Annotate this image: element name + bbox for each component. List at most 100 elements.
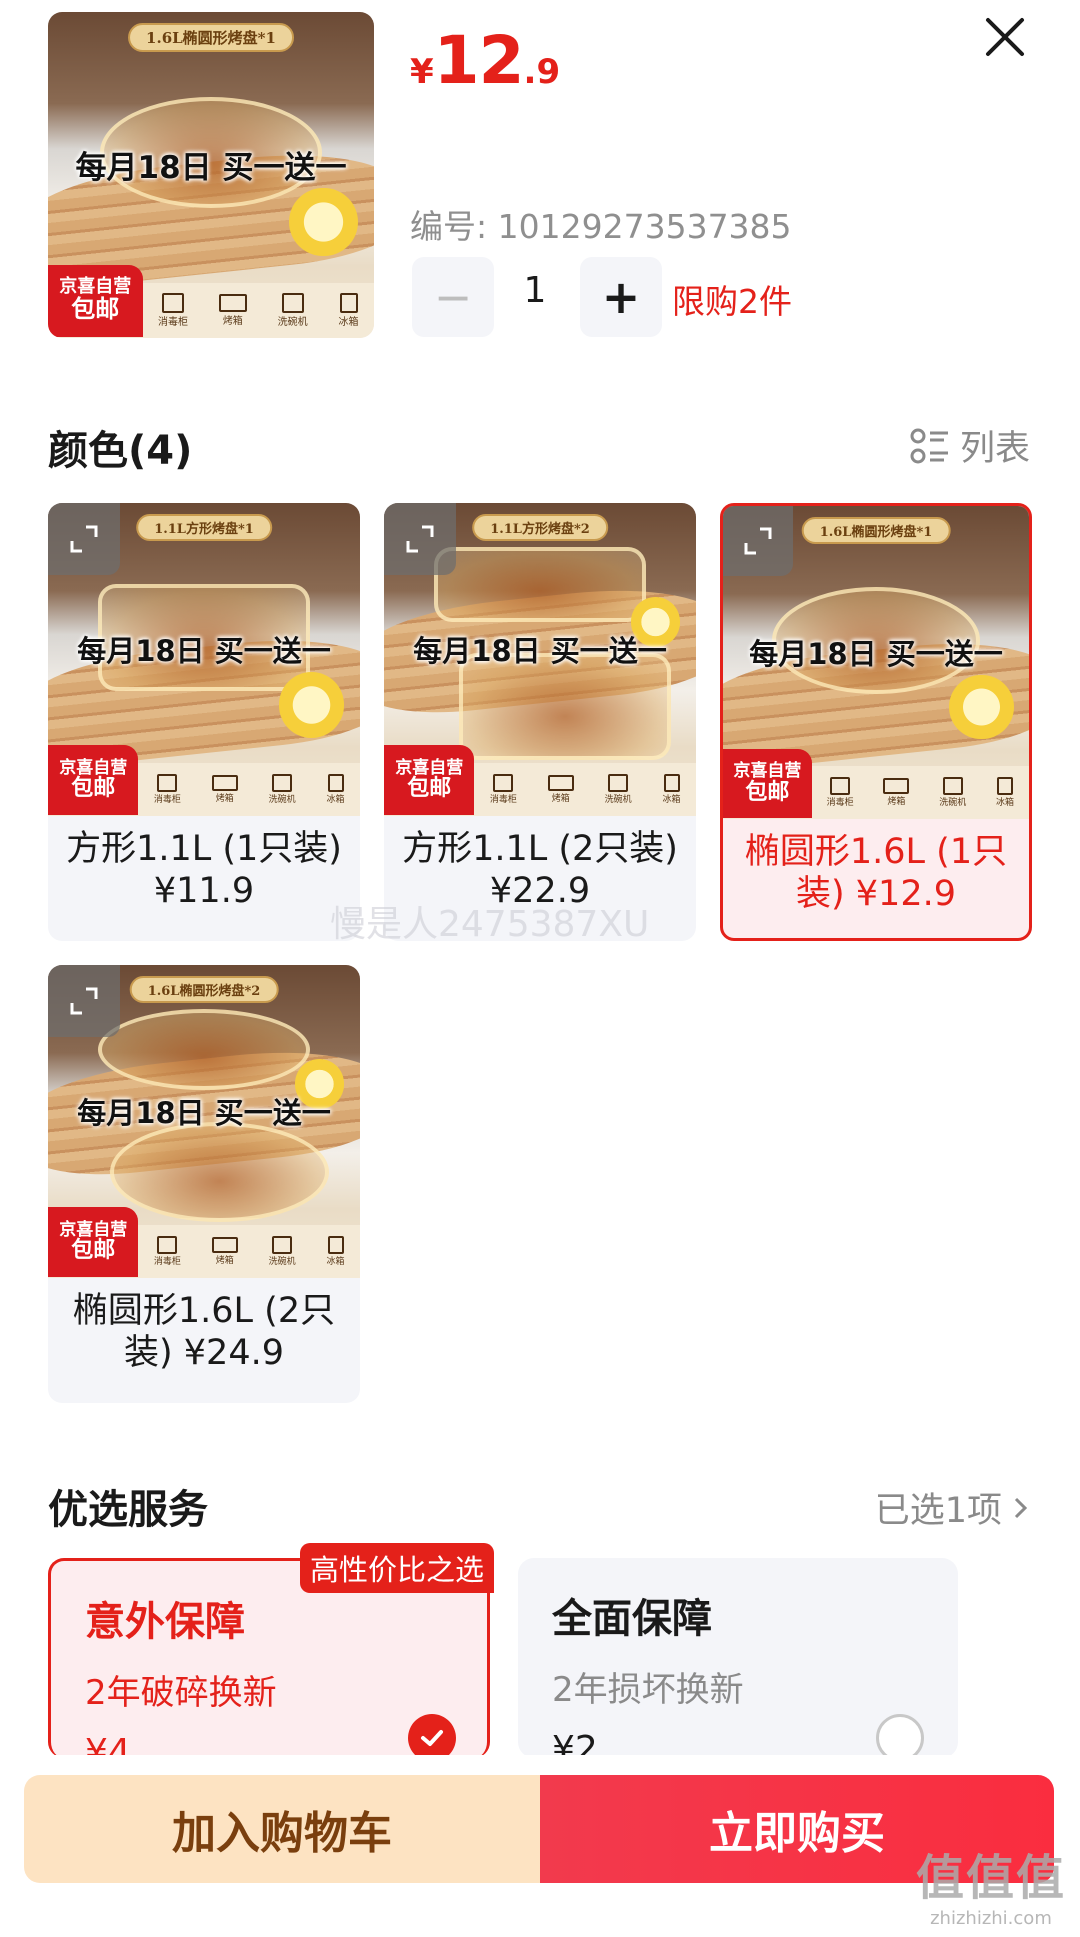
appliance-icons: 消毒柜 烤箱 洗碗机 冰箱 [138,773,360,805]
oven-icon [211,774,238,791]
jd-badge-line2: 包邮 [745,779,790,805]
appliance-icons: 消毒柜 烤箱 洗碗机 冰箱 [812,776,1029,808]
jd-badge-line2: 包邮 [71,1238,116,1264]
product-photo-dish-second [110,1121,329,1222]
oven-icon [547,774,574,791]
expand-image-button[interactable] [48,503,120,575]
variant-image: 1.1L方形烤盘*1 每月18日 买一送一 京喜自营 包邮 消毒柜 烤箱 洗碗机 … [48,503,360,816]
appliance-label: 洗碗机 [277,316,308,328]
appliance-label: 消毒柜 [489,794,517,805]
appliance-label: 冰箱 [326,1256,345,1267]
services-section-title: 优选服务 [48,1487,208,1533]
product-photo-dish [433,546,647,622]
add-to-cart-button[interactable]: 加入购物车 [24,1775,540,1883]
user-watermark: 慢是人2475387XU [330,904,650,945]
appliance-icons: 消毒柜 烤箱 洗碗机 冰箱 [143,292,374,328]
jd-badge: 京喜自营 包邮 [48,745,139,815]
close-button[interactable] [980,12,1030,62]
list-view-icon [910,428,948,463]
promo-banner: 每月18日 买一送一 [749,637,1003,672]
appliance-label: 冰箱 [662,794,681,805]
fridge-icon [339,292,358,313]
appliance-sterilizer: 消毒柜 [154,1235,181,1267]
variant-label: 椭圆形1.6L (1只装) ¥12.9 [744,832,1008,914]
site-watermark-url: zhizhizhi.com [930,1908,1052,1929]
appliance-fridge: 冰箱 [326,1235,345,1267]
sterilizer-icon [157,773,178,792]
variant-tag: 1.6L椭圆形烤盘*2 [129,975,279,1003]
jd-badge-line1: 京喜自营 [395,757,464,778]
appliance-oven: 烤箱 [211,1236,238,1266]
expand-icon [70,525,98,553]
minus-icon: − [433,270,473,324]
fridge-icon [663,773,680,792]
list-view-toggle[interactable]: 列表 [910,420,1030,471]
appliance-sterilizer: 消毒柜 [157,292,188,328]
appliance-icons: 消毒柜 烤箱 洗碗机 冰箱 [138,1235,360,1267]
appliance-fridge: 冰箱 [662,773,681,805]
product-photo-dish [97,1008,311,1091]
promo-strip: 京喜自营 包邮 消毒柜 烤箱 洗碗机 冰箱 [48,264,374,338]
variant-image: 1.6L椭圆形烤盘*1 每月18日 买一送一 京喜自营 包邮 消毒柜 烤箱 洗碗机… [723,506,1029,819]
image-tag: 1.6L椭圆形烤盘*1 [128,23,294,53]
appliance-fridge: 冰箱 [327,773,345,805]
variant-tag: 1.6L椭圆形烤盘*1 [801,516,951,544]
variant-card-square-2pc[interactable]: 1.1L方形烤盘*2 每月18日 买一送一 京喜自营 包邮 消毒柜 烤箱 洗碗机 … [384,503,696,941]
appliance-label: 洗碗机 [268,1256,296,1267]
purchase-limit: 限购2件 [672,282,792,321]
jd-badge-line2: 包邮 [407,776,452,802]
appliance-label: 冰箱 [338,316,359,328]
appliance-fridge: 冰箱 [338,292,359,328]
appliance-dishwasher: 洗碗机 [277,292,308,328]
variant-card-oval-1pc-selected[interactable]: 1.6L椭圆形烤盘*1 每月18日 买一送一 京喜自营 包邮 消毒柜 烤箱 洗碗机… [720,503,1032,941]
quantity-plus-button[interactable]: + [580,257,662,337]
appliance-label: 洗碗机 [268,794,296,805]
close-icon [986,18,1024,56]
variant-image: 1.6L椭圆形烤盘*2 每月18日 买一送一 京喜自营 包邮 消毒柜 烤箱 洗碗机… [48,965,360,1278]
quantity-minus-button[interactable]: − [412,257,494,337]
list-view-label: 列表 [959,429,1030,469]
product-photo-lemon [278,672,345,738]
appliance-label: 烤箱 [215,1255,234,1266]
appliance-oven: 烤箱 [883,777,910,807]
expand-image-button[interactable] [723,506,794,577]
expand-image-button[interactable] [384,503,456,575]
promo-banner: 每月18日 买一送一 [75,150,347,187]
variant-card-oval-2pc[interactable]: 1.6L椭圆形烤盘*2 每月18日 买一送一 京喜自营 包邮 消毒柜 烤箱 洗碗机… [48,965,360,1403]
appliance-label: 烤箱 [887,796,906,807]
price: ¥12.9 [410,22,560,99]
expand-icon [744,527,772,555]
expand-image-button[interactable] [48,965,120,1037]
dishwasher-icon [608,773,629,792]
services-selected-summary[interactable]: 已选1项 [875,1482,1030,1533]
quantity-value[interactable]: 1 [505,270,565,311]
appliance-oven: 烤箱 [211,774,238,804]
main-product-image[interactable]: 1.6L椭圆形烤盘*1 每月18日 买一送一 京喜自营 包邮 消毒柜 烤箱 洗碗… [48,12,374,338]
jd-badge: 京喜自营 包邮 [48,264,143,337]
promo-banner: 每月18日 买一送一 [413,634,667,669]
chevron-right-icon [1014,1497,1028,1518]
expand-icon [70,987,98,1015]
appliance-label: 烤箱 [222,315,243,327]
variant-card-square-1pc[interactable]: 1.1L方形烤盘*1 每月18日 买一送一 京喜自营 包邮 消毒柜 烤箱 洗碗机 … [48,503,360,941]
sterilizer-icon [161,292,184,313]
product-photo-lemon [949,675,1014,740]
variant-image: 1.1L方形烤盘*2 每月18日 买一送一 京喜自营 包邮 消毒柜 烤箱 洗碗机 … [384,503,696,816]
dishwasher-icon [281,292,304,313]
sterilizer-icon [830,776,851,795]
appliance-dishwasher: 洗碗机 [939,776,966,808]
sku-code: 编号: 10129273537385 [410,207,792,246]
price-integer: 12 [433,22,525,99]
appliance-dishwasher: 洗碗机 [268,773,296,805]
promo-strip: 京喜自营 包邮 消毒柜 烤箱 洗碗机 冰箱 [723,748,1029,819]
fridge-icon [327,1235,344,1254]
service-name: 全面保障 [552,1596,712,1642]
appliance-label: 消毒柜 [157,316,188,328]
site-watermark: 值值值 zhizhizhi.com [916,1838,1066,1929]
sterilizer-icon [157,1235,178,1254]
appliance-dishwasher: 洗碗机 [268,1235,296,1267]
promo-strip: 京喜自营 包邮 消毒柜 烤箱 洗碗机 冰箱 [384,745,696,816]
oven-icon [883,777,910,794]
dishwasher-icon [272,1235,293,1254]
service-desc: 2年破碎换新 [85,1673,277,1713]
